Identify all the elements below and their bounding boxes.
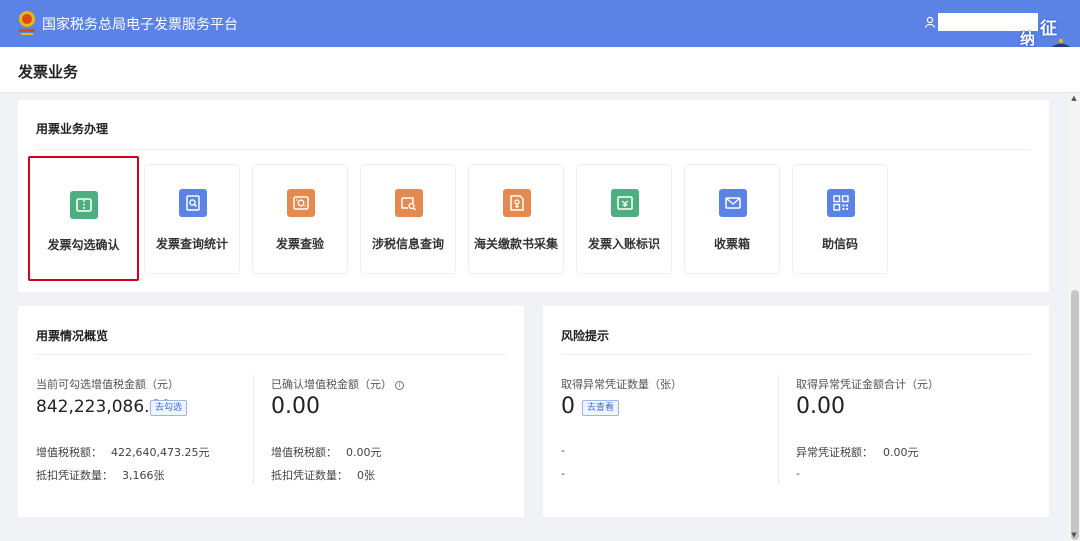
user-icon[interactable] (924, 16, 936, 28)
top-bar: 国家税务总局电子发票服务平台 (0, 0, 1080, 47)
tile-label: 涉税信息查询 (371, 237, 444, 251)
tile-invoice-query-stats[interactable]: 发票查询统计 (144, 164, 240, 274)
qr-code-icon (827, 189, 855, 217)
tile-label: 发票查询统计 (155, 237, 228, 251)
tile-tax-info-query[interactable]: 涉税信息查询 (360, 164, 456, 274)
tile-label: 发票入账标识 (587, 237, 660, 251)
tile-label: 收票箱 (713, 237, 750, 251)
tile-invoice-verify[interactable]: 发票查验 (252, 164, 348, 274)
abnormal-amount-total-value: 0.00 (796, 394, 845, 419)
tax-emblem-icon (19, 11, 35, 35)
empty-placeholder: - (561, 444, 565, 457)
mailbox-icon (719, 189, 747, 217)
card-divider (561, 354, 1031, 355)
abnormal-tax-label: 异常凭证税额： (796, 446, 873, 459)
selectable-vat-amount-label: 当前可勾选增值税金额（元） (36, 378, 179, 391)
scroll-down-icon[interactable]: ▼ (1070, 531, 1078, 539)
info-icon[interactable]: i (395, 381, 404, 390)
empty-placeholder: - (561, 467, 565, 480)
tile-invoice-select-confirm[interactable]: 发票勾选确认 (28, 156, 139, 281)
usage-overview-title: 用票情况概览 (36, 329, 109, 343)
invoice-business-title: 用票业务办理 (36, 122, 109, 136)
empty-placeholder: - (796, 467, 800, 480)
confirmed-count-value: 0张 (357, 469, 375, 482)
confirmed-vat-amount-value: 0.00 (271, 394, 320, 419)
column-separator (778, 374, 779, 484)
card-divider (36, 354, 506, 355)
confirmed-tax-value: 0.00元 (346, 446, 382, 459)
abnormal-tax-value: 0.00元 (883, 446, 919, 459)
go-view-button[interactable]: 去查看 (582, 400, 620, 416)
tile-label: 海关缴款书采集 (473, 237, 558, 251)
deduction-count-label: 抵扣凭证数量： (36, 469, 113, 482)
column-separator (253, 374, 254, 484)
tile-customs-collection[interactable]: 海关缴款书采集 (468, 164, 564, 274)
card-divider (36, 149, 1031, 150)
sub-header: 发票业务 (0, 47, 1080, 93)
tile-credit-code[interactable]: 助信码 (792, 164, 888, 274)
confirmed-tax-label: 增值税税额： (271, 446, 337, 459)
vat-tax-label: 增值税税额： (36, 446, 102, 459)
abnormal-voucher-count-label: 取得异常凭证数量（张） (561, 378, 682, 391)
scroll-up-icon[interactable]: ▲ (1070, 94, 1078, 102)
abnormal-voucher-count-value: 0 (561, 394, 575, 419)
confirmed-count-label: 抵扣凭证数量： (271, 469, 348, 482)
tile-inbox[interactable]: 收票箱 (684, 164, 780, 274)
go-select-button[interactable]: 去勾选 (150, 400, 188, 416)
tile-label: 助信码 (821, 237, 858, 251)
confirmed-vat-amount-text: 已确认增值税金额（元） (271, 378, 392, 391)
ticket-icon (70, 191, 98, 219)
app-title: 国家税务总局电子发票服务平台 (42, 17, 238, 33)
customs-collect-icon (503, 189, 531, 217)
tile-label: 发票勾选确认 (47, 238, 120, 252)
risk-title: 风险提示 (561, 329, 610, 343)
tile-invoice-bookkeeping[interactable]: 发票入账标识 (576, 164, 672, 274)
invoice-book-icon (611, 189, 639, 217)
page-title: 发票业务 (18, 63, 79, 81)
tax-info-search-icon (395, 189, 423, 217)
vat-tax-value: 422,640,473.25元 (111, 446, 210, 459)
confirmed-vat-amount-label: 已确认增值税金额（元） i (271, 376, 404, 392)
deduction-count-value: 3,166张 (122, 469, 165, 482)
abnormal-amount-total-label: 取得异常凭证金额合计（元） (796, 378, 939, 391)
ticket-verify-icon (287, 189, 315, 217)
tile-label: 发票查验 (275, 237, 324, 251)
scrollbar-thumb[interactable] (1071, 290, 1079, 540)
document-search-icon (179, 189, 207, 217)
